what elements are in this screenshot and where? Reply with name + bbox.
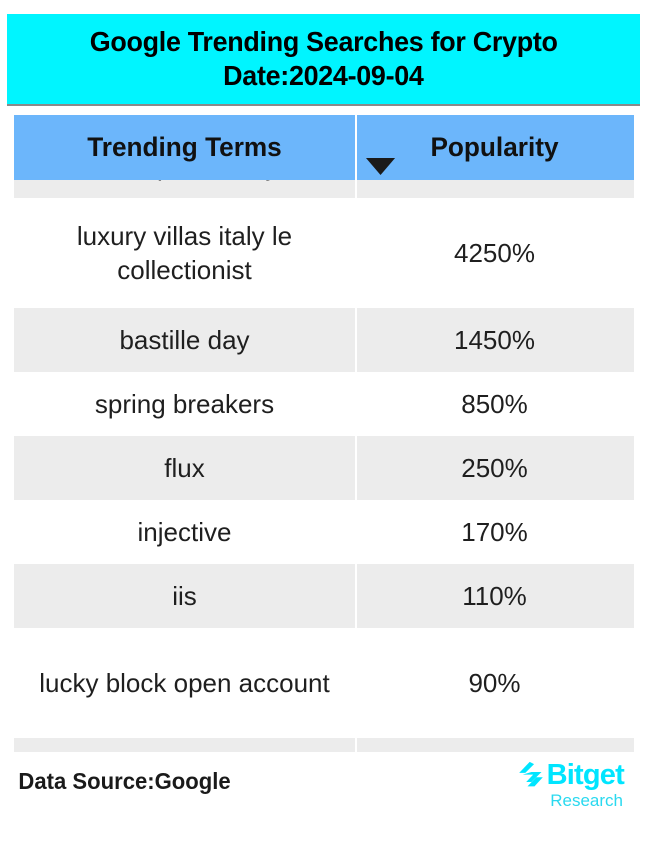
row-column-divider xyxy=(355,308,357,372)
cell-term: lucky block open account xyxy=(39,668,330,698)
bitget-logo-mark-icon xyxy=(518,761,543,787)
cell-term: injective xyxy=(137,517,232,547)
bitget-wordmark: Bitget xyxy=(546,759,625,791)
bitget-research-logo: Bitget Research xyxy=(517,759,625,811)
table-row[interactable]: injective 170% xyxy=(14,500,634,564)
row-column-divider xyxy=(355,436,357,500)
sort-descending-caret-icon[interactable] xyxy=(365,158,396,175)
column-header-trending-terms[interactable]: Trending Terms xyxy=(19,115,350,180)
table-row[interactable]: airdrop currency 4500% xyxy=(14,180,634,198)
cell-term: flux xyxy=(164,453,205,483)
table-row[interactable]: bastille day 1450% xyxy=(14,308,634,372)
cell-popularity: 4500% xyxy=(355,180,634,198)
cell-popularity: 250% xyxy=(461,453,528,483)
card-footer: Data Source:Google Bitget Research xyxy=(0,752,646,842)
cell-term: airdrop currency xyxy=(14,180,355,198)
row-column-divider xyxy=(355,180,357,198)
bitget-research-subtitle: Research xyxy=(550,791,623,810)
row-column-divider xyxy=(355,628,357,738)
cell-popularity: 4250% xyxy=(454,238,535,268)
row-column-divider xyxy=(355,372,357,436)
card-title-banner: Google Trending Searches for Crypto Date… xyxy=(7,14,640,106)
cell-popularity: 1450% xyxy=(454,325,535,355)
row-column-divider xyxy=(355,564,357,628)
cell-popularity: 850% xyxy=(461,389,528,419)
cell-popularity: 170% xyxy=(461,517,528,547)
data-source-label: Data Source:Google xyxy=(18,768,231,794)
table-row[interactable]: spring breakers 850% xyxy=(14,372,634,436)
table-header-row: Trending Terms Popularity xyxy=(14,115,634,180)
table-row[interactable]: iis 110% xyxy=(14,564,634,628)
cell-term: bastille day xyxy=(119,325,250,355)
table-row[interactable]: luxury villas italy le collectionist 425… xyxy=(14,198,634,308)
column-header-popularity-label: Popularity xyxy=(430,132,559,162)
row-column-divider xyxy=(355,500,357,564)
table-body: airdrop currency 4500% luxury villas ita… xyxy=(14,180,634,810)
cell-popularity: 110% xyxy=(462,581,527,611)
trending-searches-card: Google Trending Searches for Crypto Date… xyxy=(0,0,646,842)
table-row[interactable]: flux 250% xyxy=(14,436,634,500)
header-column-divider xyxy=(355,115,357,180)
cell-popularity: 90% xyxy=(468,668,521,698)
cell-term: spring breakers xyxy=(94,389,275,419)
cell-term: iis xyxy=(172,581,197,611)
trending-table: Trending Terms Popularity airdrop curren… xyxy=(14,115,634,810)
page-title: Google Trending Searches for Crypto xyxy=(89,26,558,57)
table-row[interactable]: lucky block open account 90% xyxy=(14,628,634,738)
cell-term: luxury villas italy le collectionist xyxy=(76,221,293,285)
column-header-popularity[interactable]: Popularity xyxy=(359,115,630,180)
row-column-divider xyxy=(355,198,357,308)
page-date: Date:2024-09-04 xyxy=(223,60,424,91)
